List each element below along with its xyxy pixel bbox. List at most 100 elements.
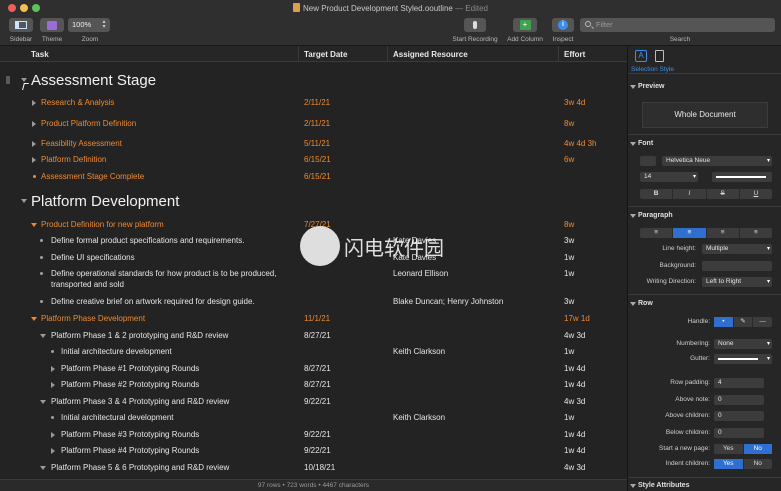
above-children-field[interactable]: 0 <box>714 411 764 421</box>
column-effort[interactable]: Effort <box>564 50 585 59</box>
table-row[interactable]: Define creative brief on artwork require… <box>0 297 627 309</box>
table-row[interactable]: Initial architectural development Keith … <box>0 413 627 425</box>
disclosure-triangle-icon[interactable] <box>32 100 36 106</box>
row-task[interactable]: Platform Phase 5 & 6 Prototyping and R&D… <box>51 463 229 472</box>
row-task[interactable]: Assessment Stage Complete <box>41 172 144 181</box>
column-assigned-resource[interactable]: Assigned Resource <box>393 50 468 59</box>
inspect-button[interactable]: i <box>552 18 574 32</box>
theme-button[interactable] <box>40 18 64 32</box>
font-section-head[interactable]: Font <box>629 140 653 147</box>
zoom-stepper[interactable]: 100% ▴ ▾ <box>68 18 110 32</box>
row-assigned-resource[interactable]: Blake Duncan; Henry Johnston <box>393 297 503 306</box>
align-left-icon[interactable]: ≡ <box>640 228 674 238</box>
font-color-swatch[interactable] <box>712 172 772 182</box>
row-task[interactable]: Define formal product specifications and… <box>51 236 244 245</box>
style-attributes-section-head[interactable]: Style Attributes <box>629 482 689 489</box>
stepper-arrows-icon[interactable]: ▴ ▾ <box>101 19 107 30</box>
disclosure-triangle-icon[interactable] <box>40 334 46 338</box>
table-row[interactable]: Platform Development <box>0 192 627 212</box>
below-children-field[interactable]: 0 <box>714 428 764 438</box>
disclosure-triangle-icon[interactable] <box>31 317 37 321</box>
column-divider[interactable] <box>298 46 299 62</box>
handle-dot-icon[interactable]: • <box>714 317 734 327</box>
row-task[interactable]: Product Platform Definition <box>41 119 136 128</box>
row-effort[interactable]: 3w <box>564 236 574 245</box>
column-target-date[interactable]: Target Date <box>304 50 347 59</box>
table-row[interactable]: Platform Phase 3 & 4 Prototyping and R&D… <box>0 397 627 409</box>
disclosure-triangle-icon[interactable] <box>40 466 46 470</box>
alignment-segmented[interactable]: ≡ ≡ ≡ ≡ <box>640 228 772 238</box>
bold-button[interactable]: B <box>640 189 674 199</box>
column-task[interactable]: Task <box>31 50 49 59</box>
row-task[interactable]: Platform Definition <box>41 155 106 164</box>
row-assigned-resource[interactable]: Keith Clarkson <box>393 413 445 422</box>
row-effort[interactable]: 1w <box>564 253 574 262</box>
table-row[interactable]: Research & Analysis 2/11/21 3w 4d <box>0 98 627 110</box>
row-target-date[interactable]: 5/11/21 <box>304 139 330 148</box>
table-row[interactable]: Feasibility Assessment 5/11/21 4w 4d 3h <box>0 139 627 151</box>
align-justify-icon[interactable]: ≡ <box>740 228 772 238</box>
font-color-well[interactable] <box>640 156 656 166</box>
row-target-date[interactable]: 9/22/21 <box>304 397 331 406</box>
row-task[interactable]: Initial architecture development <box>61 347 172 356</box>
row-task[interactable]: Platform Phase 3 & 4 Prototyping and R&D… <box>51 397 229 406</box>
document-tab-icon[interactable] <box>655 50 664 62</box>
row-target-date[interactable]: 2/11/21 <box>304 119 330 128</box>
indent-children-segmented[interactable]: Yes No <box>714 459 772 469</box>
handle-none-icon[interactable]: — <box>753 317 772 327</box>
table-row[interactable]: Platform Phase 1 & 2 prototyping and R&D… <box>0 331 627 343</box>
row-effort[interactable]: 1w 4d <box>564 430 585 439</box>
row-effort[interactable]: 4w 3d <box>564 397 585 406</box>
row-task[interactable]: Initial architectural development <box>61 413 174 422</box>
disclosure-triangle-icon[interactable] <box>51 366 55 372</box>
above-note-field[interactable]: 0 <box>714 395 764 405</box>
row-assigned-resource[interactable]: Keith Clarkson <box>393 347 445 356</box>
row-effort[interactable]: 6w <box>564 155 574 164</box>
row-effort[interactable]: 4w 3d <box>564 331 585 340</box>
text-style-segmented[interactable]: B I S U <box>640 189 772 199</box>
row-effort[interactable]: 4w 3d <box>564 463 585 472</box>
row-target-date[interactable]: 6/15/21 <box>304 155 331 164</box>
table-row[interactable]: Assessment Stage Complete 6/15/21 <box>0 172 627 184</box>
align-center-icon[interactable]: ≡ <box>673 228 707 238</box>
disclosure-triangle-icon[interactable] <box>32 121 36 127</box>
disclosure-triangle-icon[interactable] <box>51 382 55 388</box>
row-task[interactable]: Platform Phase 1 & 2 prototyping and R&D… <box>51 331 228 340</box>
table-row[interactable]: Platform Phase #3 Prototyping Rounds 9/2… <box>0 430 627 442</box>
row-effort[interactable]: 1w 4d <box>564 446 585 455</box>
table-row[interactable]: Product Platform Definition 2/11/21 8w <box>0 119 627 131</box>
column-divider[interactable] <box>387 46 388 62</box>
search-field[interactable]: Filter <box>580 18 775 32</box>
preview-section-head[interactable]: Preview <box>629 83 664 90</box>
writing-direction-select[interactable]: Left to Right ▾ <box>702 277 772 287</box>
row-target-date[interactable]: 11/1/21 <box>304 314 330 323</box>
table-row[interactable]: Platform Phase #2 Prototyping Rounds 8/2… <box>0 380 627 392</box>
paragraph-section-head[interactable]: Paragraph <box>630 212 673 219</box>
sidebar-button[interactable] <box>9 18 33 32</box>
row-task[interactable]: Platform Phase #3 Prototyping Rounds <box>61 430 199 439</box>
row-task[interactable]: Platform Phase #1 Prototyping Rounds <box>61 364 199 373</box>
row-padding-field[interactable]: 4 <box>714 378 764 388</box>
disclosure-triangle-icon[interactable] <box>31 223 37 227</box>
row-section-head[interactable]: Row <box>630 300 653 307</box>
row-effort[interactable]: 1w 4d <box>564 364 585 373</box>
numbering-select[interactable]: None ▾ <box>714 339 772 349</box>
row-task[interactable]: Assessment Stage <box>31 72 156 89</box>
row-effort[interactable]: 8w <box>564 220 574 229</box>
indent-children-no[interactable]: No <box>744 459 773 469</box>
row-task[interactable]: Product Definition for new platform <box>41 220 164 229</box>
row-task[interactable]: Define operational standards for how pro… <box>51 269 276 278</box>
row-task[interactable]: Define UI specifications <box>51 253 135 262</box>
start-recording-button[interactable] <box>464 18 486 32</box>
table-row[interactable]: Define operational standards for how pro… <box>0 269 627 291</box>
row-target-date[interactable]: 6/15/21 <box>304 172 331 181</box>
new-page-segmented[interactable]: Yes No <box>714 444 772 454</box>
font-size-field[interactable]: 14 ▾ <box>640 172 698 182</box>
disclosure-triangle-icon[interactable] <box>21 199 27 203</box>
row-task[interactable]: Platform Phase #4 Prototyping Rounds <box>61 446 199 455</box>
background-color-well[interactable] <box>702 261 772 271</box>
row-target-date[interactable]: 9/22/21 <box>304 430 331 439</box>
row-target-date[interactable]: 9/22/21 <box>304 446 331 455</box>
table-row[interactable]: Platform Phase #1 Prototyping Rounds 8/2… <box>0 364 627 376</box>
row-task[interactable]: Platform Phase #2 Prototyping Rounds <box>61 380 199 389</box>
